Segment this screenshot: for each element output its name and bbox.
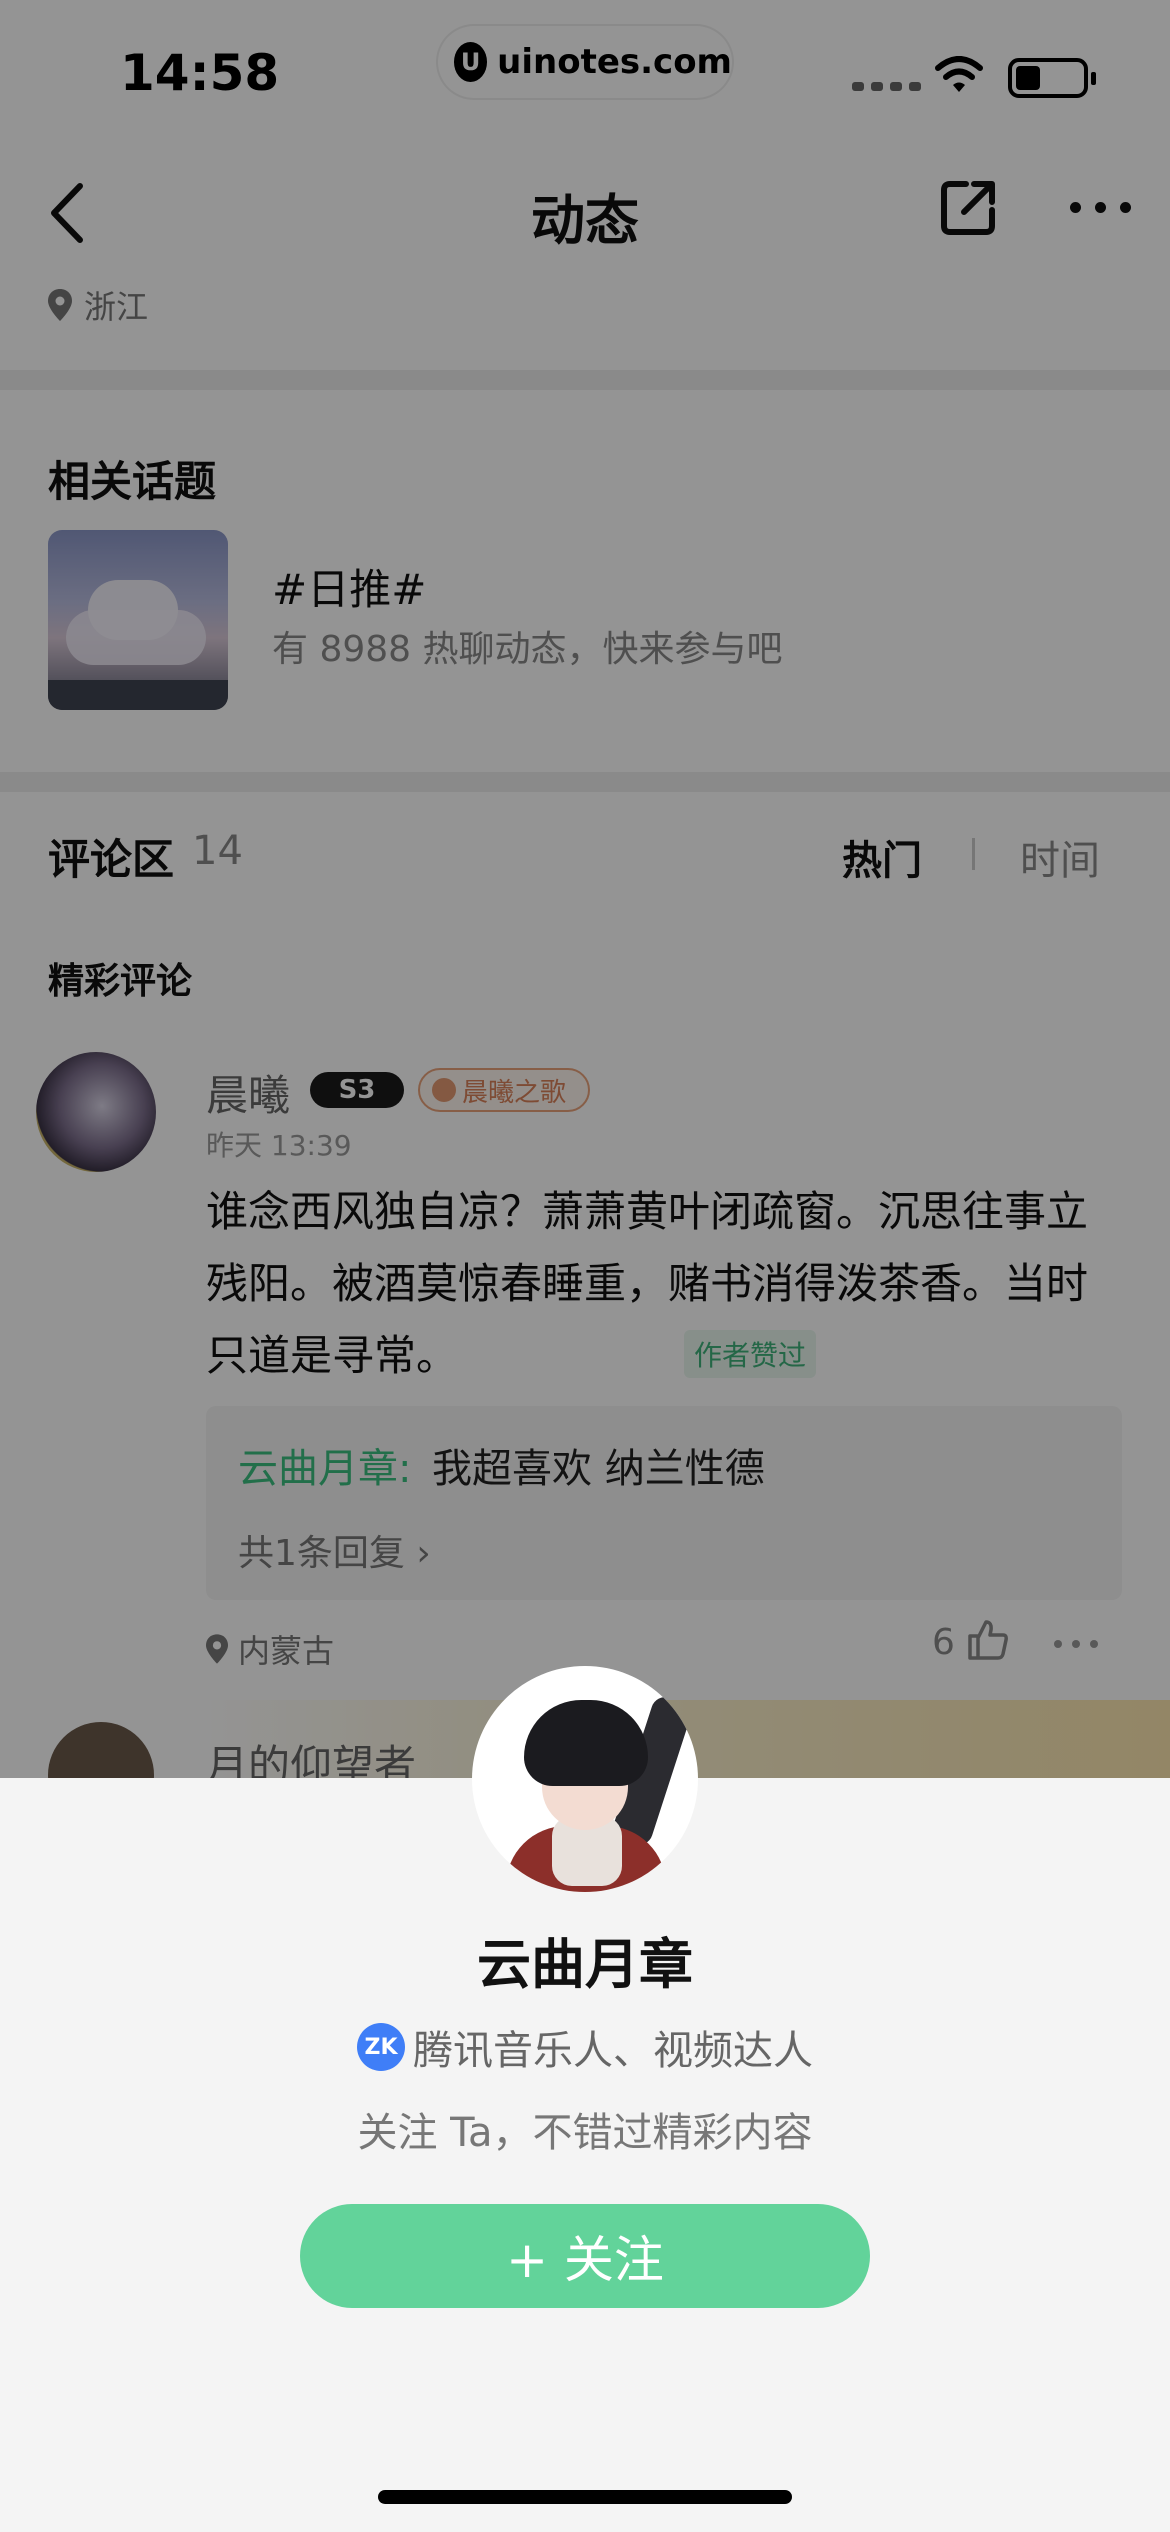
modal-overlay[interactable] [0,0,1170,1778]
verified-badge-icon: ZK [357,2023,405,2071]
follow-button[interactable]: + 关注 [300,2204,870,2308]
avatar[interactable] [472,1666,698,1892]
home-indicator[interactable] [378,2490,792,2504]
verified-text: 腾讯音乐人、视频达人 [413,2028,813,2074]
verified-label: ZK 腾讯音乐人、视频达人 [0,2018,1170,2076]
follow-hint: 关注 Ta，不错过精彩内容 [357,2110,813,2156]
sheet-username: 云曲月章 [477,1933,693,1996]
